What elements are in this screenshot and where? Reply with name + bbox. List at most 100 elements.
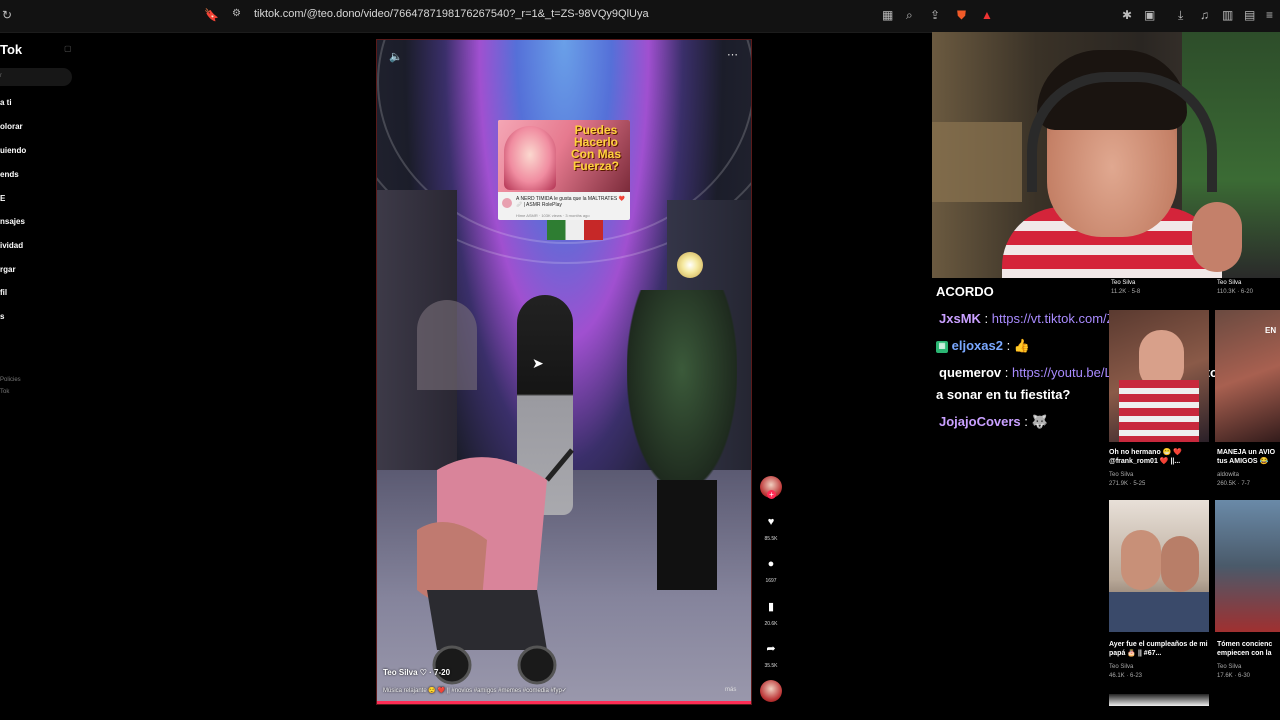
sidebar-item-explorar[interactable]: olorar — [0, 122, 23, 131]
translate-icon[interactable]: ▦ — [882, 8, 893, 22]
save-action[interactable]: ▮ 20.6K — [762, 600, 780, 627]
video-title[interactable]: Oh no hermano 😁 ❤️ @frank_rom01 ❤️ ||... — [1109, 448, 1209, 466]
video-author: Teo Silva — [1109, 472, 1134, 478]
streamer-webcam — [932, 32, 1280, 278]
heart-icon[interactable]: ♥ — [762, 516, 780, 528]
zoom-icon[interactable]: ⌕ — [906, 8, 913, 23]
collapse-icon[interactable]: ▢ — [64, 44, 72, 53]
video-stats: 260.5K · 7-7 — [1217, 481, 1251, 487]
video-stats: 110.3K · 6-20 — [1217, 289, 1253, 295]
video-author: aldowita — [1217, 472, 1240, 478]
sidebar-item-more[interactable]: s — [0, 312, 4, 321]
sidebar-item-siguiendo[interactable]: uiendo — [0, 146, 26, 155]
site-settings-icon[interactable]: ⚙ — [232, 8, 241, 19]
sidebar-toggle-icon[interactable]: ▥ — [1222, 8, 1233, 22]
sidebar-item-mensajes[interactable]: nsajes — [0, 217, 25, 226]
share-arrow-icon[interactable]: ➦ — [762, 642, 780, 655]
profile-video-grid: Teo Silva 11.2K · 5-8 Teo Silva 110.3K ·… — [1105, 278, 1280, 720]
video-scene-planter — [657, 480, 717, 590]
save-count: 20.6K — [764, 621, 778, 627]
comment-count: 1697 — [765, 578, 777, 584]
comment-action[interactable]: ● 1697 — [762, 558, 780, 584]
tiktok-sidebar: Tok ▢ r a ti olorar uiendo ends E nsajes… — [0, 32, 80, 720]
chat-username: JojajoCovers — [939, 414, 1021, 429]
music-disc-avatar[interactable] — [760, 680, 782, 702]
creator-avatar[interactable]: + — [760, 476, 782, 499]
video-author: Teo Silva — [1217, 664, 1242, 670]
extensions-icon[interactable]: ✱ — [1122, 8, 1132, 22]
webcam-shelf — [932, 122, 1022, 202]
video-scene-plant — [627, 290, 737, 490]
share-icon[interactable]: ⇪ — [930, 8, 940, 22]
video-thumbnail[interactable] — [1109, 310, 1209, 442]
tiktok-logo[interactable]: Tok — [0, 42, 22, 57]
like-action[interactable]: ♥ 85.5K — [762, 516, 780, 542]
video-scene-flag — [547, 218, 603, 240]
overlay-channel-avatar — [502, 198, 512, 208]
video-progress-bar[interactable] — [377, 701, 751, 704]
share-action[interactable]: ➦ 35.5K — [762, 642, 780, 669]
video-stats: 11.2K · 5-8 — [1111, 289, 1141, 295]
footer-policies[interactable]: Policies — [0, 377, 21, 383]
stream-chat: ACORDO JxsMK : https://vt.tiktok.com/ZS4… — [932, 280, 1236, 480]
video-description: Música relajante 😌 ❤️ || #novios #amigos… — [383, 688, 567, 694]
brave-shield-icon[interactable]: ⛊ — [957, 8, 966, 23]
video-title[interactable]: MANEJA un AVIO tus AMIGOS 😂 — [1217, 448, 1280, 466]
video-thumbnail[interactable] — [1215, 500, 1280, 632]
media-icon[interactable]: ♫ — [1200, 8, 1209, 22]
overlay-video-caption: A NERD TIMIDA le gusta que la MALTRATES … — [516, 196, 625, 208]
reload-icon[interactable]: ↻ — [2, 8, 12, 22]
chat-username: eljoxas2 — [951, 338, 1003, 353]
sidebar-item-friends[interactable]: ends — [0, 170, 19, 179]
more-options-icon[interactable]: ⋯ — [727, 48, 738, 61]
youtube-overlay-card: Puedes Hacerlo Con Mas Fuerza? A NERD TI… — [498, 120, 630, 220]
comment-icon[interactable]: ● — [762, 558, 780, 570]
search-input[interactable]: r — [0, 68, 72, 86]
chat-username: JxsMK — [939, 311, 981, 326]
more-description-link[interactable]: más — [725, 687, 736, 693]
overlay-character — [504, 126, 556, 190]
video-title[interactable]: Tómen concienc empiecen con la — [1217, 640, 1280, 658]
webcam-streamer-hand — [1192, 202, 1242, 272]
video-player[interactable]: Puedes Hacerlo Con Mas Fuerza? A NERD TI… — [376, 39, 752, 705]
chat-username: quemerov — [939, 365, 1002, 380]
bookmark-save-icon[interactable]: ▮ — [762, 600, 780, 613]
video-scene-crowd — [417, 300, 477, 390]
chat-message: JojajoCovers : 🐺 — [939, 414, 1048, 429]
webcam-headset — [1027, 72, 1217, 192]
video-author[interactable]: Teo Silva ♡ · 7-20 — [383, 668, 450, 677]
video-stats: 46.1K · 6-23 — [1109, 673, 1143, 679]
overlay-video-meta: Hime ASMR · 103K views · 3 months ago — [516, 213, 590, 218]
video-title[interactable]: Ayer fue el cumpleaños de mi papá 🎂 || #… — [1109, 640, 1209, 658]
wallet-icon[interactable]: ▤ — [1244, 8, 1255, 22]
sidebar-item-perfil[interactable]: fil — [0, 288, 7, 297]
video-scene-lamp — [677, 252, 703, 278]
video-author: Teo Silva — [1217, 280, 1242, 286]
url-bar[interactable]: tiktok.com/@teo.dono/video/7664787198176… — [254, 8, 649, 20]
video-thumbnail[interactable] — [1109, 500, 1209, 632]
sidebar-item-cargar[interactable]: rgar — [0, 265, 16, 274]
footer-copyright: Tok — [0, 389, 10, 395]
share-count: 35.5K — [764, 663, 778, 669]
cursor-icon: ➤ — [532, 355, 544, 371]
chat-badge-icon: ▦ — [936, 340, 948, 353]
sidebar-item-live[interactable]: E — [0, 194, 5, 203]
menu-icon[interactable]: ≡ — [1266, 8, 1273, 22]
like-count: 85.5K — [764, 536, 778, 542]
video-thumbnail[interactable] — [1109, 694, 1209, 706]
rewards-icon[interactable]: ▲ — [981, 8, 993, 22]
sidebar-item-actividad[interactable]: ividad — [0, 241, 23, 250]
language-badge: EN — [1265, 326, 1277, 335]
video-thumbnail[interactable]: EN — [1215, 310, 1280, 442]
volume-icon[interactable]: 🔈 — [389, 50, 403, 63]
follow-plus-icon[interactable]: + — [767, 490, 776, 499]
overlay-thumbnail-title: Puedes Hacerlo Con Mas Fuerza? — [570, 123, 621, 173]
tab-manager-icon[interactable]: ▣ — [1144, 8, 1155, 22]
chat-emote: 🐺 — [1031, 414, 1048, 429]
download-icon[interactable]: ⤓ — [1178, 8, 1183, 23]
chat-emote: 👍 — [1013, 338, 1030, 353]
video-author: Teo Silva — [1111, 280, 1136, 286]
bookmark-icon[interactable]: 🔖 — [204, 8, 219, 22]
sidebar-item-para-ti[interactable]: a ti — [0, 98, 12, 107]
video-author: Teo Silva — [1109, 664, 1134, 670]
